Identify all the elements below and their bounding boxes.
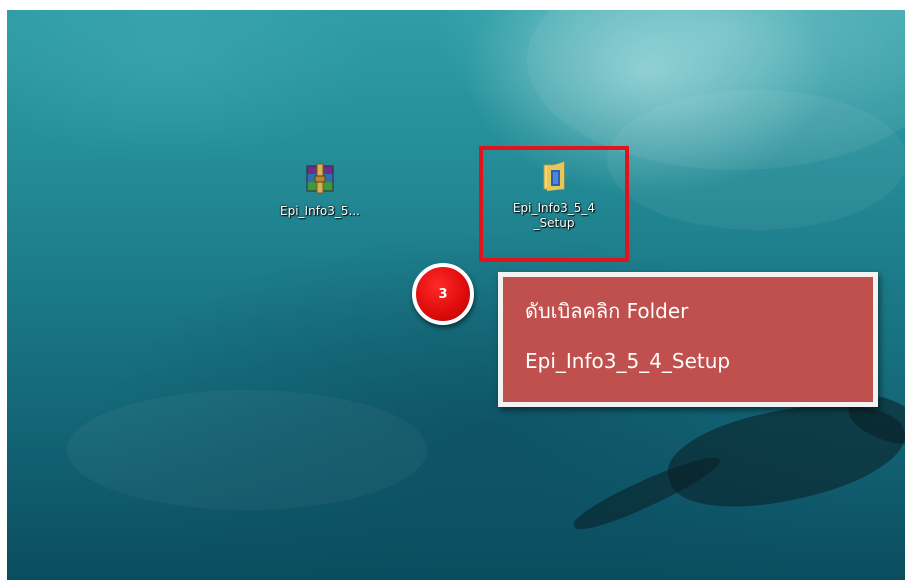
callout-text-line-2: Epi_Info3_5_4_Setup bbox=[525, 349, 731, 373]
light-ray bbox=[607, 90, 905, 230]
highlight-box bbox=[479, 146, 629, 262]
callout-text-line-1: ดับเบิลคลิก Folder bbox=[525, 299, 689, 323]
winrar-archive-icon bbox=[303, 162, 337, 196]
desktop-background: Epi_Info3_5... Epi_Info3_5_4 _Setup ดับเ… bbox=[7, 10, 905, 580]
desktop-icon-archive[interactable]: Epi_Info3_5... bbox=[260, 162, 380, 219]
desktop-icon-label: Epi_Info3_5... bbox=[280, 204, 360, 218]
instruction-callout: ดับเบิลคลิก Folder Epi_Info3_5_4_Setup bbox=[498, 272, 878, 407]
step-number-badge: 3 bbox=[412, 263, 474, 325]
water-ripple bbox=[67, 390, 427, 510]
